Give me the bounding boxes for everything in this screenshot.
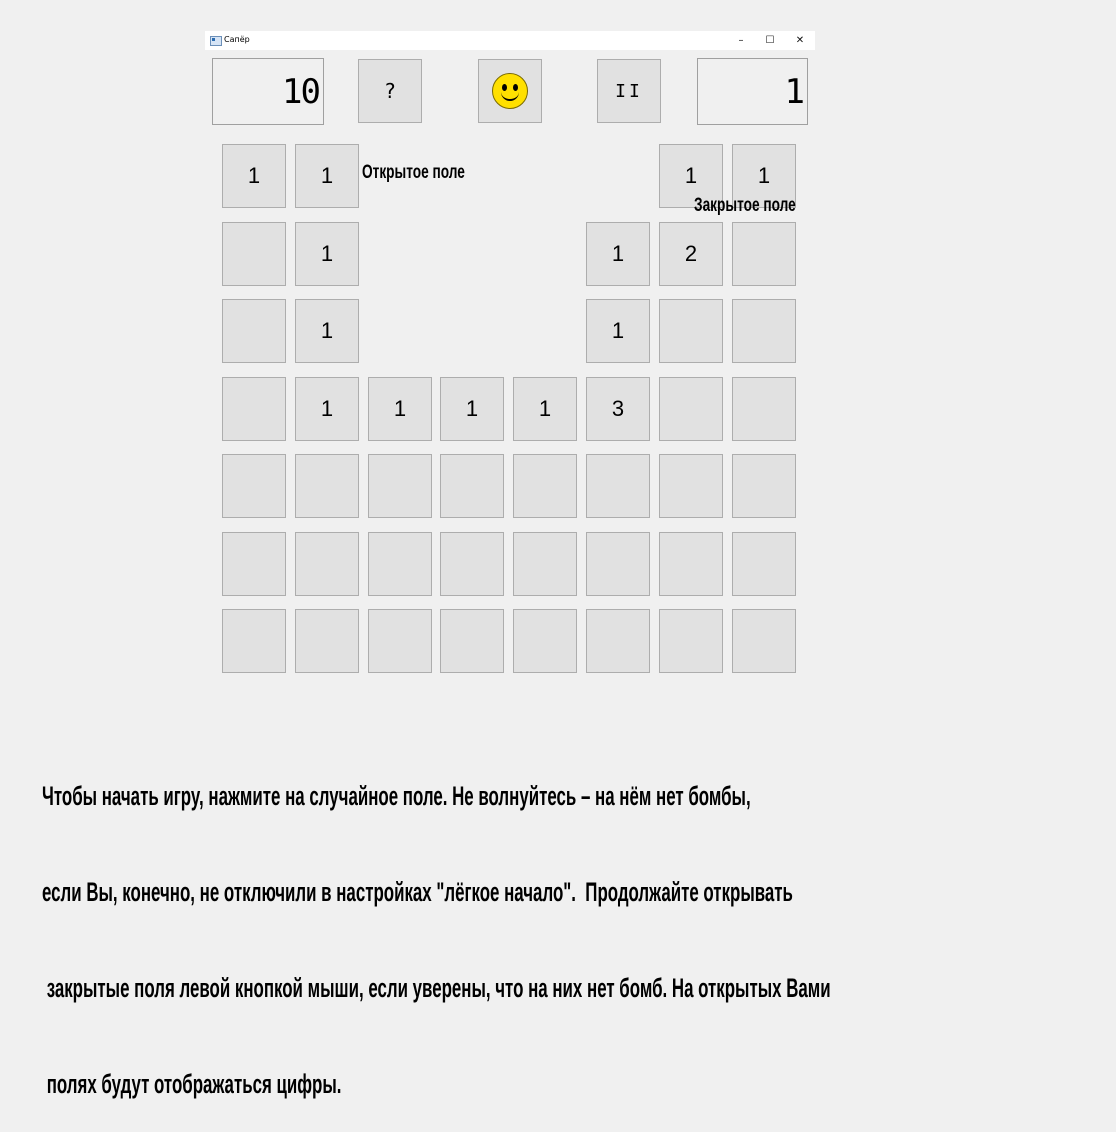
closed-cell[interactable] [368,532,432,596]
instructions-line: закрытые поля левой кнопкой мыши, если у… [42,973,831,1003]
closed-cell[interactable] [586,609,650,673]
smiley-face-icon [492,73,528,109]
closed-cell[interactable] [732,299,796,363]
open-field-annotation: Открытое поле [362,162,465,183]
closed-cell[interactable] [222,454,286,518]
new-game-button[interactable] [478,59,542,123]
closed-cell[interactable] [732,377,796,441]
minesweeper-app-icon [210,36,222,46]
closed-cell[interactable] [295,454,359,518]
closed-cell[interactable] [368,609,432,673]
closed-cell[interactable] [222,299,286,363]
closed-cell[interactable] [513,454,577,518]
instructions-line: полях будут отображаться цифры. [42,1069,342,1099]
closed-cell[interactable] [513,609,577,673]
close-button[interactable]: ✕ [785,31,815,50]
closed-cell[interactable] [732,532,796,596]
closed-cell[interactable] [586,532,650,596]
maximize-button[interactable]: ☐ [755,31,785,50]
help-button[interactable]: ? [358,59,422,123]
closed-cell[interactable] [368,454,432,518]
closed-cell[interactable] [222,532,286,596]
closed-cell[interactable] [440,532,504,596]
pause-button[interactable]: II [597,59,661,123]
number-cell[interactable]: 1 [586,299,650,363]
closed-cell[interactable] [295,609,359,673]
instructions-line: если Вы, конечно, не отключили в настрой… [42,877,793,907]
closed-cell[interactable] [659,299,723,363]
closed-cell[interactable] [659,454,723,518]
number-cell[interactable]: 1 [295,222,359,286]
number-cell[interactable]: 1 [586,222,650,286]
closed-cell[interactable] [732,454,796,518]
number-cell[interactable]: 1 [295,377,359,441]
instructions-text: Чтобы начать игру, нажмите на случайное … [42,716,855,1132]
number-cell[interactable]: 3 [586,377,650,441]
number-cell[interactable]: 1 [513,377,577,441]
help-label: ? [383,79,397,103]
number-cell[interactable]: 1 [295,299,359,363]
closed-cell[interactable] [222,609,286,673]
timer-display: 1 [697,58,808,125]
closed-cell[interactable] [659,609,723,673]
closed-cell[interactable] [659,532,723,596]
closed-cell[interactable] [440,609,504,673]
closed-cell[interactable] [732,609,796,673]
closed-cell[interactable] [513,532,577,596]
mines-counter: 10 [212,58,324,125]
window-title: Сапёр [224,35,250,44]
title-bar[interactable]: Сапёр – ☐ ✕ [205,31,815,50]
closed-cell[interactable] [659,377,723,441]
number-cell[interactable]: 1 [440,377,504,441]
minimize-button[interactable]: – [726,31,756,50]
instructions-line: Чтобы начать игру, нажмите на случайное … [42,781,751,811]
pause-label: II [615,80,643,102]
number-cell[interactable]: 1 [222,144,286,208]
number-cell[interactable]: 1 [368,377,432,441]
number-cell[interactable]: 2 [659,222,723,286]
closed-cell[interactable] [295,532,359,596]
closed-field-annotation: Закрытое поле [694,195,796,216]
closed-cell[interactable] [440,454,504,518]
closed-cell[interactable] [732,222,796,286]
closed-cell[interactable] [222,377,286,441]
number-cell[interactable]: 1 [295,144,359,208]
closed-cell[interactable] [586,454,650,518]
closed-cell[interactable] [222,222,286,286]
